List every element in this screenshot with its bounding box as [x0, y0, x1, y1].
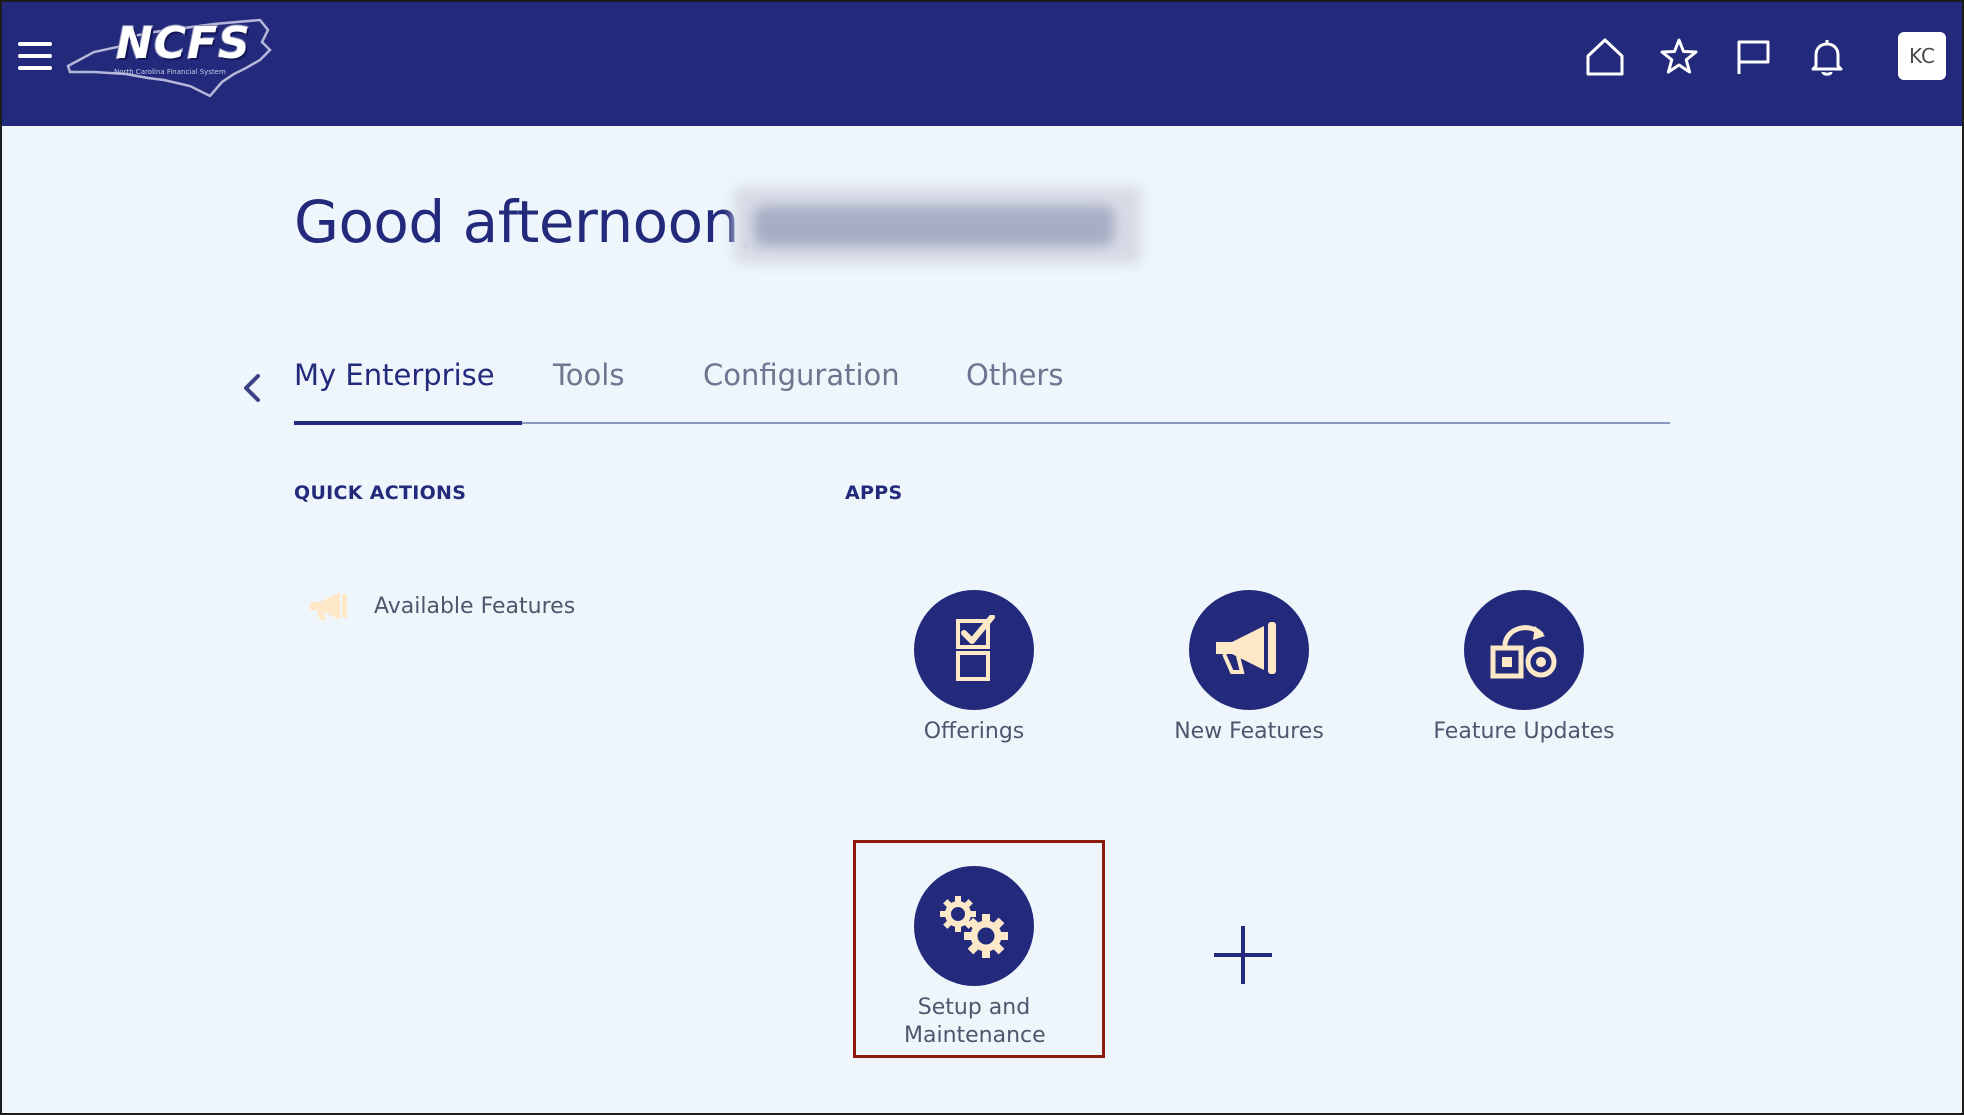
- star-icon[interactable]: [1658, 36, 1700, 78]
- app-window: NCFS North Carolina Financial System KC …: [0, 0, 1964, 1115]
- quick-action-label: Available Features: [374, 593, 576, 619]
- plus-icon: [1214, 926, 1272, 984]
- app-new-features[interactable]: New Features: [1139, 590, 1359, 746]
- ncfs-logo[interactable]: NCFS North Carolina Financial System: [64, 16, 274, 98]
- home-icon[interactable]: [1584, 36, 1626, 78]
- quick-actions-heading: QUICK ACTIONS: [294, 482, 467, 504]
- flag-icon[interactable]: [1732, 36, 1774, 78]
- offerings-icon: [914, 590, 1034, 710]
- app-offerings[interactable]: Offerings: [864, 590, 1084, 746]
- app-label: New Features: [1174, 719, 1324, 744]
- megaphone-icon: [1189, 590, 1309, 710]
- highlight-box: [853, 840, 1105, 1058]
- logo-text: NCFS: [115, 17, 251, 70]
- add-app-button[interactable]: [1212, 924, 1274, 986]
- apps-heading: APPS: [845, 482, 903, 504]
- app-label: Offerings: [923, 719, 1025, 744]
- redacted-user-name: [734, 186, 1142, 264]
- logo-subtitle: North Carolina Financial System: [114, 68, 226, 76]
- quick-action-available-features[interactable]: Available Features: [306, 586, 575, 626]
- tab-active-indicator: [294, 421, 522, 425]
- feature-updates-icon: [1464, 590, 1584, 710]
- tab-configuration[interactable]: Configuration: [703, 358, 900, 392]
- user-avatar[interactable]: KC: [1898, 32, 1946, 80]
- chevron-left-icon[interactable]: [238, 368, 266, 408]
- menu-icon[interactable]: [18, 42, 52, 70]
- tab-my-enterprise[interactable]: My Enterprise: [294, 358, 495, 392]
- top-bar: NCFS North Carolina Financial System KC: [2, 2, 1962, 126]
- app-feature-updates[interactable]: Feature Updates: [1414, 590, 1634, 746]
- greeting-text: Good afternoon,: [294, 188, 757, 256]
- tab-tools[interactable]: Tools: [553, 358, 624, 392]
- tab-others[interactable]: Others: [966, 358, 1063, 392]
- megaphone-icon: [310, 592, 347, 620]
- bell-icon[interactable]: [1806, 36, 1848, 78]
- app-label: Feature Updates: [1433, 719, 1615, 744]
